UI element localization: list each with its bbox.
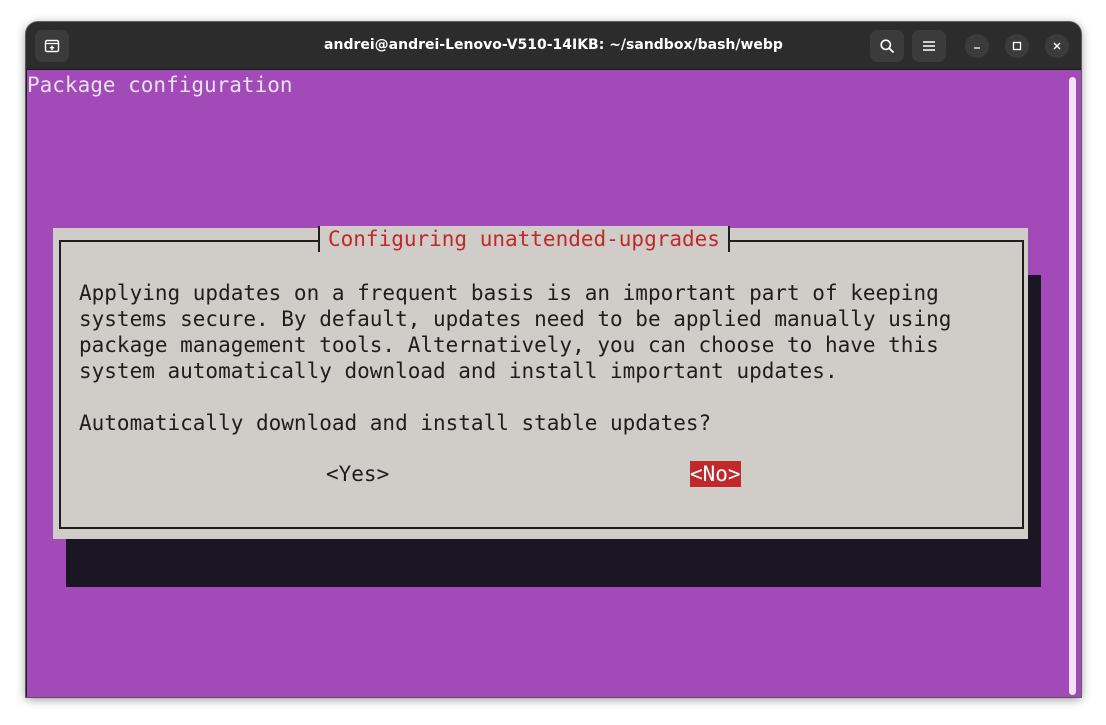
configuration-dialog: Configuring unattended-upgrades Applying…	[53, 226, 1028, 539]
dialog-body-line: system automatically download and instal…	[79, 359, 838, 383]
close-button[interactable]	[1045, 34, 1069, 58]
new-tab-icon	[44, 39, 60, 53]
minimize-icon	[974, 47, 980, 49]
search-icon	[880, 39, 894, 53]
search-button[interactable]	[870, 30, 904, 62]
terminal-area[interactable]: Package configuration Configuring unatte…	[27, 70, 1081, 697]
scrollbar[interactable]	[1069, 77, 1076, 695]
dialog-body-line: systems secure. By default, updates need…	[79, 307, 952, 331]
yes-button[interactable]: <Yes>	[326, 461, 389, 487]
package-configuration-header: Package configuration	[27, 73, 293, 97]
close-icon	[1053, 42, 1061, 50]
dialog-body-line: package management tools. Alternatively,…	[79, 333, 939, 357]
no-button[interactable]: <No>	[690, 461, 741, 487]
menu-icon	[923, 41, 935, 51]
terminal-window: andrei@andrei-Lenovo-V510-14IKB: ~/sandb…	[26, 22, 1081, 697]
menu-button[interactable]	[912, 30, 946, 62]
dialog-question: Automatically download and install stabl…	[79, 411, 712, 435]
title-bar: andrei@andrei-Lenovo-V510-14IKB: ~/sandb…	[26, 22, 1081, 70]
dialog-body: Applying updates on a frequent basis is …	[79, 280, 951, 384]
maximize-icon	[1012, 41, 1022, 51]
maximize-button[interactable]	[1005, 34, 1029, 58]
dialog-title: Configuring unattended-upgrades	[318, 226, 730, 252]
dialog-body-line: Applying updates on a frequent basis is …	[79, 281, 939, 305]
minimize-button[interactable]	[965, 34, 989, 58]
new-tab-button[interactable]	[35, 30, 69, 62]
